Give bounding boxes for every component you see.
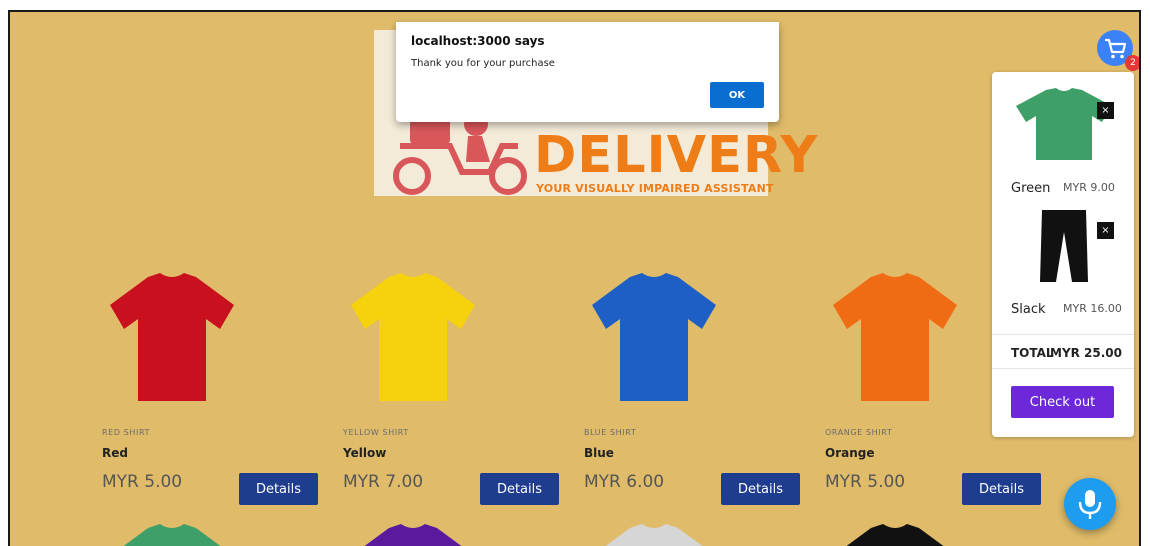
voice-assistant-button[interactable] bbox=[1064, 478, 1116, 530]
product-name: Blue bbox=[584, 446, 614, 460]
cart-item-name: Slack bbox=[1011, 302, 1046, 317]
remove-item-button[interactable]: × bbox=[1097, 222, 1114, 239]
alert-ok-button[interactable]: OK bbox=[710, 82, 764, 108]
product-sku: BLUE SHIRT bbox=[584, 428, 637, 437]
cart-item: × Slack MYR 16.00 bbox=[992, 208, 1134, 328]
yellow-shirt-image bbox=[351, 273, 475, 401]
product-price: MYR 5.00 bbox=[825, 472, 906, 492]
cart-item-price: MYR 16.00 bbox=[1063, 302, 1122, 315]
product-price: MYR 7.00 bbox=[343, 472, 424, 492]
product-price: MYR 5.00 bbox=[102, 472, 183, 492]
banner-tagline: YOUR VISUALLY IMPAIRED ASSISTANT bbox=[536, 182, 774, 195]
divider bbox=[992, 334, 1134, 335]
cart-total-value: MYR 25.00 bbox=[1050, 346, 1123, 360]
black-shirt-image bbox=[846, 524, 944, 546]
alert-title: localhost:3000 says bbox=[411, 34, 545, 48]
shop-page: DELIVERY YOUR VISUALLY IMPAIRED ASSISTAN… bbox=[8, 10, 1141, 546]
product-card: YELLOW SHIRT Yellow MYR 7.00 Details bbox=[343, 267, 563, 507]
product-price: MYR 6.00 bbox=[584, 472, 665, 492]
details-button[interactable]: Details bbox=[239, 473, 318, 505]
product-card: BLUE SHIRT Blue MYR 6.00 Details bbox=[584, 267, 804, 507]
microphone-icon bbox=[1078, 490, 1102, 519]
green-shirt-thumbnail bbox=[1016, 88, 1112, 160]
slack-pants-thumbnail bbox=[1040, 210, 1088, 282]
divider bbox=[992, 368, 1134, 369]
product-sku: YELLOW SHIRT bbox=[343, 428, 409, 437]
cart-panel: × Green MYR 9.00 × Slack MYR 16.00 TOTAL… bbox=[992, 72, 1134, 437]
product-sku: RED SHIRT bbox=[102, 428, 151, 437]
product-name: Orange bbox=[825, 446, 875, 460]
product-sku: ORANGE SHIRT bbox=[825, 428, 893, 437]
alert-message: Thank you for your purchase bbox=[411, 58, 555, 69]
details-button[interactable]: Details bbox=[721, 473, 800, 505]
checkout-button[interactable]: Check out bbox=[1011, 386, 1114, 418]
alert-dialog: localhost:3000 says Thank you for your p… bbox=[396, 22, 779, 122]
orange-shirt-image bbox=[833, 273, 957, 401]
purple-shirt-image bbox=[364, 524, 462, 546]
cart-count-badge: 2 bbox=[1125, 55, 1139, 71]
details-button[interactable]: Details bbox=[962, 473, 1041, 505]
green-shirt-image bbox=[123, 524, 221, 546]
banner-title: DELIVERY bbox=[534, 126, 819, 185]
cart-item-name: Green bbox=[1011, 181, 1051, 196]
remove-item-button[interactable]: × bbox=[1097, 102, 1114, 119]
cart-item: × Green MYR 9.00 bbox=[992, 86, 1134, 206]
cart-total-label: TOTAL bbox=[1011, 346, 1054, 360]
red-shirt-image bbox=[110, 273, 234, 401]
product-card: RED SHIRT Red MYR 5.00 Details bbox=[102, 267, 322, 507]
product-name: Yellow bbox=[343, 446, 387, 460]
blue-shirt-image bbox=[592, 273, 716, 401]
product-name: Red bbox=[102, 446, 128, 460]
cart-item-price: MYR 9.00 bbox=[1063, 181, 1115, 194]
details-button[interactable]: Details bbox=[480, 473, 559, 505]
grey-shirt-image bbox=[605, 524, 703, 546]
